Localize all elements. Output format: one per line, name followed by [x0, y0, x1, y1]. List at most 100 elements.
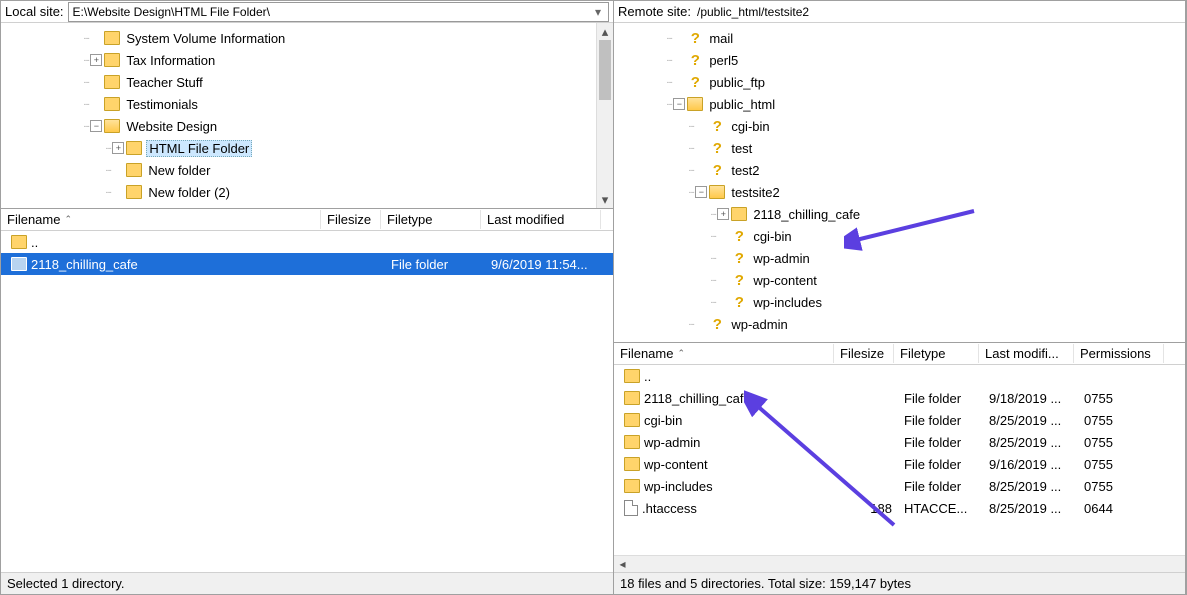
- scrollbar-vertical[interactable]: ▴ ▾: [596, 23, 613, 208]
- tree-item[interactable]: ····−public_html: [614, 93, 1185, 115]
- tree-item[interactable]: ····?wp-content: [614, 269, 1185, 291]
- list-item[interactable]: 2118_chilling_cafe File folder9/18/2019 .…: [614, 387, 1185, 409]
- scrollbar-horizontal[interactable]: ◂: [614, 555, 1185, 572]
- expand-icon[interactable]: +: [112, 142, 124, 154]
- collapse-icon[interactable]: −: [695, 186, 707, 198]
- tree-item-label: New folder (2): [146, 185, 232, 200]
- col-filesize[interactable]: Filesize: [321, 210, 381, 229]
- unknown-icon: ?: [709, 316, 725, 332]
- tree-item[interactable]: ····?test: [614, 137, 1185, 159]
- tree-item[interactable]: ····?wp-admin: [614, 313, 1185, 335]
- app-window: Local site: ▾ ▴ ▾ ····System Volume Info…: [0, 0, 1187, 595]
- list-cell: File folder: [898, 391, 983, 406]
- tree-item[interactable]: ····?mail: [614, 27, 1185, 49]
- list-item[interactable]: ..: [614, 365, 1185, 387]
- tree-item[interactable]: ····System Volume Information: [1, 27, 613, 49]
- tree-item[interactable]: ····+2118_chilling_cafe: [614, 203, 1185, 225]
- folder-icon: [624, 413, 640, 427]
- scroll-up-icon[interactable]: ▴: [597, 23, 613, 40]
- tree-item[interactable]: ····+Tax Information: [1, 49, 613, 71]
- tree-item[interactable]: ····?cgi-bin: [614, 115, 1185, 137]
- tree-item-label: cgi-bin: [729, 119, 771, 134]
- list-item[interactable]: wp-contentFile folder9/16/2019 ...0755: [614, 453, 1185, 475]
- list-cell: 0755: [1078, 479, 1168, 494]
- unknown-icon: ?: [709, 162, 725, 178]
- collapse-icon[interactable]: −: [90, 120, 102, 132]
- list-item[interactable]: ..: [1, 231, 613, 253]
- remote-list[interactable]: ..2118_chilling_cafeFile folder9/18/2019…: [614, 365, 1185, 555]
- expand-icon[interactable]: +: [717, 208, 729, 220]
- expand-icon[interactable]: +: [90, 54, 102, 66]
- list-item[interactable]: 2118_chilling_cafeFile folder9/6/2019 11…: [1, 253, 613, 275]
- folder-icon: [624, 479, 640, 493]
- col-filetype[interactable]: Filetype: [894, 344, 979, 363]
- local-path-input[interactable]: [71, 5, 590, 19]
- list-cell: 0755: [1078, 413, 1168, 428]
- tree-item[interactable]: ····?cgi-bin: [614, 225, 1185, 247]
- col-permissions[interactable]: Permissions: [1074, 344, 1164, 363]
- tree-item[interactable]: ····New folder (2): [1, 181, 613, 203]
- col-lastmodified[interactable]: Last modifi...: [979, 344, 1074, 363]
- tree-item-label: public_ftp: [707, 75, 767, 90]
- local-list[interactable]: ..2118_chilling_cafeFile folder9/6/2019 …: [1, 231, 613, 572]
- list-item[interactable]: cgi-binFile folder8/25/2019 ...0755: [614, 409, 1185, 431]
- local-tree[interactable]: ▴ ▾ ····System Volume Information····+Ta…: [1, 23, 613, 209]
- list-item-name: cgi-bin: [644, 413, 682, 428]
- folder-icon: [104, 97, 120, 111]
- tree-item[interactable]: ····−testsite2: [614, 181, 1185, 203]
- tree-item-label: Teacher Stuff: [124, 75, 204, 90]
- scroll-thumb[interactable]: [599, 40, 611, 100]
- tree-item-label: Website Design: [124, 119, 219, 134]
- list-item[interactable]: .htaccess188HTACCE...8/25/2019 ...0644: [614, 497, 1185, 519]
- tree-item[interactable]: ····?wp-includes: [614, 291, 1185, 313]
- col-lastmodified[interactable]: Last modified: [481, 210, 601, 229]
- collapse-icon[interactable]: −: [673, 98, 685, 110]
- unknown-icon: ?: [731, 294, 747, 310]
- tree-item-label: wp-admin: [729, 317, 789, 332]
- tree-item[interactable]: ····New folder: [1, 159, 613, 181]
- list-cell: 8/25/2019 ...: [983, 413, 1078, 428]
- folder-icon: [126, 141, 142, 155]
- list-item[interactable]: wp-includesFile folder8/25/2019 ...0755: [614, 475, 1185, 497]
- tree-item[interactable]: ····−Website Design: [1, 115, 613, 137]
- list-cell: File folder: [898, 435, 983, 450]
- list-item-name: ..: [644, 369, 651, 384]
- scroll-left-icon[interactable]: ◂: [614, 556, 631, 573]
- tree-item[interactable]: ····?test2: [614, 159, 1185, 181]
- list-item-name: 2118_chilling_cafe: [644, 391, 751, 406]
- local-path-combobox[interactable]: ▾: [68, 2, 609, 22]
- tree-item-label: wp-content: [751, 273, 819, 288]
- remote-list-header: Filename⌃ Filesize Filetype Last modifi.…: [614, 343, 1185, 365]
- unknown-icon: ?: [709, 140, 725, 156]
- list-cell: 0755: [1078, 391, 1168, 406]
- list-cell: 188: [838, 501, 898, 516]
- local-site-label: Local site:: [5, 4, 64, 19]
- col-filetype[interactable]: Filetype: [381, 210, 481, 229]
- list-cell: HTACCE...: [898, 501, 983, 516]
- folder-icon: [126, 163, 142, 177]
- list-cell: File folder: [898, 457, 983, 472]
- tree-item[interactable]: ····Teacher Stuff: [1, 71, 613, 93]
- list-item[interactable]: wp-adminFile folder8/25/2019 ...0755: [614, 431, 1185, 453]
- remote-path-input[interactable]: [695, 5, 1181, 19]
- sort-asc-icon: ⌃: [64, 214, 72, 225]
- tree-item[interactable]: ····?wp-admin: [614, 247, 1185, 269]
- tree-item[interactable]: ····+HTML File Folder: [1, 137, 613, 159]
- col-filename[interactable]: Filename⌃: [614, 344, 834, 363]
- list-item-name: wp-includes: [644, 479, 713, 494]
- tree-item[interactable]: ····Testimonials: [1, 93, 613, 115]
- list-cell: 9/18/2019 ...: [983, 391, 1078, 406]
- scroll-down-icon[interactable]: ▾: [597, 191, 613, 208]
- col-filename[interactable]: Filename⌃: [1, 210, 321, 229]
- chevron-down-icon[interactable]: ▾: [590, 4, 606, 20]
- tree-item[interactable]: ····?perl5: [614, 49, 1185, 71]
- list-cell: 0755: [1078, 435, 1168, 450]
- unknown-icon: ?: [709, 118, 725, 134]
- remote-site-label: Remote site:: [618, 4, 691, 19]
- remote-site-row: Remote site:: [614, 1, 1185, 23]
- col-filesize[interactable]: Filesize: [834, 344, 894, 363]
- list-item-name: 2118_chilling_cafe: [31, 257, 138, 272]
- tree-item-label: HTML File Folder: [146, 140, 252, 157]
- tree-item[interactable]: ····?public_ftp: [614, 71, 1185, 93]
- remote-tree[interactable]: ····?mail····?perl5····?public_ftp····−p…: [614, 23, 1185, 343]
